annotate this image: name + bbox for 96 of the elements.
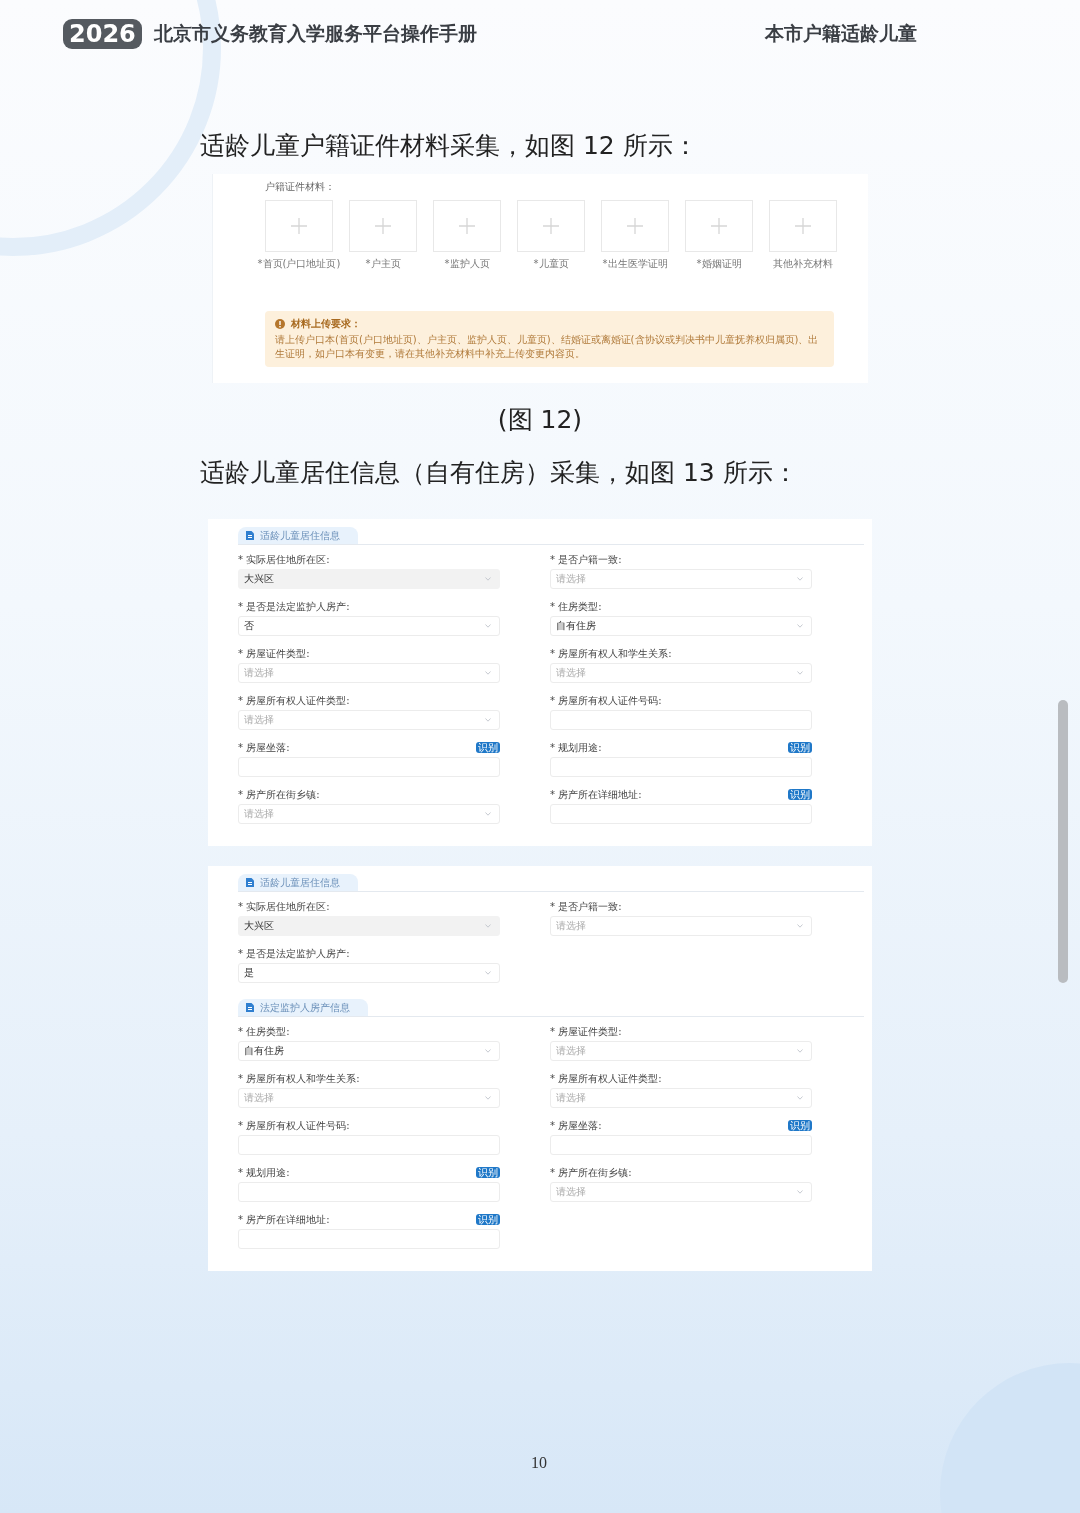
upload-tile[interactable] — [265, 200, 333, 252]
scrollbar[interactable] — [1058, 700, 1068, 983]
dropdown-field[interactable]: 自有住房 — [238, 1041, 500, 1061]
field-label: * 房屋所有权人证件号码: — [238, 1118, 350, 1133]
recognize-button[interactable]: 识别 — [788, 742, 812, 753]
notice-title: 材料上传要求： — [291, 317, 361, 331]
caret-icon — [797, 671, 803, 675]
plus-icon — [374, 217, 392, 235]
caret-icon — [485, 812, 491, 816]
dropdown-field[interactable]: 请选择 — [550, 1041, 812, 1061]
document-icon — [246, 878, 254, 887]
caret-icon — [485, 577, 491, 581]
field-label: * 房屋所有权人和学生关系: — [238, 1071, 360, 1086]
upload-tile[interactable] — [517, 200, 585, 252]
document-icon — [246, 531, 254, 540]
dropdown-field[interactable]: 请选择 — [550, 663, 812, 683]
upload-label: *出生医学证明 — [602, 257, 668, 271]
section-heading: 适龄儿童居住信息（自有住房）采集，如图 13 所示： — [200, 457, 799, 489]
field-label: * 房产所在街乡镇: — [238, 787, 320, 802]
field-label: * 是否是法定监护人房产: — [238, 599, 350, 614]
field-label: * 房屋坐落: — [238, 740, 290, 755]
upload-tile[interactable] — [769, 200, 837, 252]
caret-icon — [485, 624, 491, 628]
notice-text: 请上传户口本(首页(户口地址页)、户主页、监护人页、儿童页)、结婚证或离婚证(含协议或判决书中儿童抚养权归属页)、出生证明，如户口本有变更，请在其他补充材料中补充上传变更内容页。 — [275, 333, 820, 361]
dropdown-field[interactable]: 请选择 — [238, 710, 500, 730]
field-label: * 是否是法定监护人房产: — [238, 946, 350, 961]
year-badge: 2026 — [63, 19, 142, 49]
field-label: * 房屋所有权人和学生关系: — [550, 646, 672, 661]
dropdown-field[interactable]: 请选择 — [550, 1088, 812, 1108]
plus-icon — [794, 217, 812, 235]
upload-label: *儿童页 — [533, 257, 569, 271]
caret-icon — [485, 1096, 491, 1100]
dropdown-field[interactable]: 请选择 — [238, 663, 500, 683]
plus-icon — [290, 217, 308, 235]
section-heading: 适龄儿童户籍证件材料采集，如图 12 所示： — [200, 130, 699, 162]
field-label: * 住房类型: — [238, 1024, 290, 1039]
plus-icon — [542, 217, 560, 235]
field-label: * 房屋所有权人证件号码: — [550, 693, 662, 708]
recognize-button[interactable]: 识别 — [476, 1167, 500, 1178]
field-label: * 房产所在详细地址: — [550, 787, 642, 802]
field-label: * 住房类型: — [550, 599, 602, 614]
caret-icon — [797, 924, 803, 928]
upload-label: *婚姻证明 — [696, 257, 742, 271]
upload-label: 其他补充材料 — [773, 257, 833, 271]
field-label: * 房屋证件类型: — [550, 1024, 622, 1039]
recognize-button[interactable]: 识别 — [476, 1214, 500, 1225]
dropdown-field[interactable]: 请选择 — [550, 916, 812, 936]
caret-icon — [797, 1190, 803, 1194]
caret-icon — [485, 924, 491, 928]
upload-label: *户主页 — [365, 257, 401, 271]
upload-label: *首页(户口地址页) — [257, 257, 341, 271]
field-label: * 是否户籍一致: — [550, 552, 622, 567]
caret-icon — [797, 624, 803, 628]
recognize-button[interactable]: 识别 — [788, 789, 812, 800]
field-label: * 房屋所有权人证件类型: — [238, 693, 350, 708]
upload-tile[interactable] — [685, 200, 753, 252]
field-label: * 实际居住地所在区: — [238, 552, 330, 567]
recognize-button[interactable]: 识别 — [788, 1120, 812, 1131]
upload-tile[interactable] — [349, 200, 417, 252]
dropdown-field[interactable]: 请选择 — [550, 569, 812, 589]
plus-icon — [710, 217, 728, 235]
dropdown-field[interactable]: 是 — [238, 963, 500, 983]
plus-icon — [458, 217, 476, 235]
plus-icon — [626, 217, 644, 235]
field-label: * 房屋证件类型: — [238, 646, 310, 661]
caret-icon — [797, 1049, 803, 1053]
dropdown-field[interactable]: 请选择 — [238, 1088, 500, 1108]
field-label: * 房屋所有权人证件类型: — [550, 1071, 662, 1086]
field-label: * 房屋坐落: — [550, 1118, 602, 1133]
field-label: * 实际居住地所在区: — [238, 899, 330, 914]
field-label: 户籍证件材料： — [265, 180, 336, 194]
field-label: * 房产所在街乡镇: — [550, 1165, 632, 1180]
upload-tile[interactable] — [601, 200, 669, 252]
dropdown-field[interactable]: 自有住房 — [550, 616, 812, 636]
figure-caption: (图 12) — [497, 404, 583, 436]
field-label: * 房产所在详细地址: — [238, 1212, 330, 1227]
upload-label: *监护人页 — [444, 257, 490, 271]
caret-icon — [797, 1096, 803, 1100]
field-label: * 规划用途: — [238, 1165, 290, 1180]
dropdown-field[interactable]: 请选择 — [238, 804, 500, 824]
recognize-button[interactable]: 识别 — [476, 742, 500, 753]
caret-icon — [485, 718, 491, 722]
document-icon — [246, 1003, 254, 1012]
upload-tile[interactable] — [433, 200, 501, 252]
dropdown-field[interactable]: 否 — [238, 616, 500, 636]
page-number: 10 — [531, 1454, 547, 1472]
caret-icon — [485, 1049, 491, 1053]
dropdown-field[interactable]: 请选择 — [550, 1182, 812, 1202]
caret-icon — [797, 577, 803, 581]
info-icon — [275, 319, 285, 329]
caret-icon — [485, 671, 491, 675]
field-label: * 是否户籍一致: — [550, 899, 622, 914]
field-label: * 规划用途: — [550, 740, 602, 755]
section-title: 本市户籍适龄儿童 — [765, 21, 917, 46]
caret-icon — [485, 971, 491, 975]
document-title: 北京市义务教育入学服务平台操作手册 — [153, 21, 477, 46]
